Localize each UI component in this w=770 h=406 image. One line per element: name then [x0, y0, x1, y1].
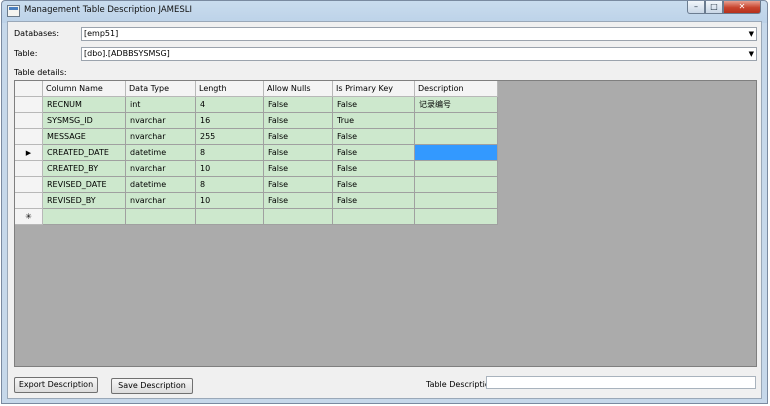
minimize-button[interactable]: – — [687, 1, 705, 14]
table-row[interactable]: ▶ CREATED_DATE datetime 8 False False — [15, 145, 498, 161]
databases-selected-value: [emp51] — [84, 29, 119, 38]
table-row[interactable]: CREATED_BY nvarchar 10 False False — [15, 161, 498, 177]
column-header-is-primary-key[interactable]: Is Primary Key — [333, 81, 415, 97]
cell-data-type[interactable]: datetime — [126, 145, 196, 161]
grid-header-row: Column Name Data Type Length Allow Nulls Is … — [15, 81, 498, 97]
cell-description[interactable]: 记录编号 — [415, 97, 498, 113]
row-header[interactable]: ✳ — [15, 209, 43, 225]
table-row[interactable]: RECNUM int 4 False False 记录编号 — [15, 97, 498, 113]
row-header[interactable] — [15, 193, 43, 209]
new-row[interactable]: ✳ — [15, 209, 498, 225]
row-header[interactable] — [15, 113, 43, 129]
cell-is-primary-key[interactable]: True — [333, 113, 415, 129]
cell-is-primary-key[interactable]: False — [333, 145, 415, 161]
table-row[interactable]: SYSMSG_ID nvarchar 16 False True — [15, 113, 498, 129]
cell-allow-nulls[interactable]: False — [264, 193, 333, 209]
window-title: Management Table Description JAMESLI — [24, 5, 193, 15]
cell-description[interactable] — [415, 193, 498, 209]
cell-is-primary-key[interactable]: False — [333, 129, 415, 145]
cell-length[interactable]: 8 — [196, 177, 264, 193]
table-row[interactable]: MESSAGE nvarchar 255 False False — [15, 129, 498, 145]
cell-length[interactable]: 16 — [196, 113, 264, 129]
column-header-data-type[interactable]: Data Type — [126, 81, 196, 97]
row-header[interactable] — [15, 177, 43, 193]
cell-data-type[interactable]: datetime — [126, 177, 196, 193]
cell-length[interactable]: 255 — [196, 129, 264, 145]
app-icon — [7, 5, 20, 17]
row-header[interactable] — [15, 97, 43, 113]
cell-column-name[interactable]: MESSAGE — [43, 129, 126, 145]
cell-length[interactable]: 10 — [196, 193, 264, 209]
new-row-asterisk-icon: ✳ — [25, 212, 32, 221]
table-label: Table: — [14, 49, 38, 58]
close-button[interactable]: ✕ — [723, 1, 761, 14]
cell-allow-nulls[interactable]: False — [264, 177, 333, 193]
table-dropdown[interactable]: [dbo].[ADBBSYSMSG] ▼ — [81, 47, 757, 61]
cell-length[interactable]: 8 — [196, 145, 264, 161]
cell-data-type[interactable] — [126, 209, 196, 225]
table-details-label: Table details: — [14, 68, 67, 77]
cell-description[interactable] — [415, 129, 498, 145]
table-row[interactable]: REVISED_BY nvarchar 10 False False — [15, 193, 498, 209]
table-description-input[interactable] — [486, 376, 756, 389]
cell-length[interactable]: 10 — [196, 161, 264, 177]
cell-data-type[interactable]: nvarchar — [126, 161, 196, 177]
cell-is-primary-key[interactable] — [333, 209, 415, 225]
cell-length[interactable] — [196, 209, 264, 225]
window-controls: – □ ✕ — [687, 1, 761, 14]
cell-is-primary-key[interactable]: False — [333, 97, 415, 113]
cell-is-primary-key[interactable]: False — [333, 161, 415, 177]
cell-description[interactable] — [415, 113, 498, 129]
cell-is-primary-key[interactable]: False — [333, 177, 415, 193]
form-client-area: Databases: [emp51] ▼ Table: [dbo].[ADBBS… — [7, 21, 762, 399]
cell-column-name[interactable]: REVISED_BY — [43, 193, 126, 209]
cell-allow-nulls[interactable]: False — [264, 145, 333, 161]
cell-column-name[interactable]: RECNUM — [43, 97, 126, 113]
cell-is-primary-key[interactable]: False — [333, 193, 415, 209]
cell-allow-nulls[interactable]: False — [264, 113, 333, 129]
cell-allow-nulls[interactable] — [264, 209, 333, 225]
row-header[interactable] — [15, 129, 43, 145]
cell-allow-nulls[interactable]: False — [264, 161, 333, 177]
row-header[interactable] — [15, 161, 43, 177]
databases-label: Databases: — [14, 29, 60, 38]
chevron-down-icon[interactable]: ▼ — [749, 28, 754, 40]
current-row-arrow-icon: ▶ — [25, 149, 32, 157]
column-header-column-name[interactable]: Column Name — [43, 81, 126, 97]
cell-length[interactable]: 4 — [196, 97, 264, 113]
export-description-button[interactable]: Export Description — [14, 377, 98, 393]
cell-data-type[interactable]: nvarchar — [126, 113, 196, 129]
chevron-down-icon[interactable]: ▼ — [749, 48, 754, 60]
title-bar[interactable]: Management Table Description JAMESLI – □… — [2, 1, 767, 21]
cell-column-name[interactable] — [43, 209, 126, 225]
cell-data-type[interactable]: int — [126, 97, 196, 113]
save-description-button[interactable]: Save Description — [111, 378, 193, 394]
cell-column-name[interactable]: CREATED_BY — [43, 161, 126, 177]
cell-data-type[interactable]: nvarchar — [126, 193, 196, 209]
table-details-grid[interactable]: Column Name Data Type Length Allow Nulls Is … — [14, 80, 757, 367]
cell-description[interactable] — [415, 177, 498, 193]
cell-description[interactable] — [415, 161, 498, 177]
cell-column-name[interactable]: SYSMSG_ID — [43, 113, 126, 129]
cell-column-name[interactable]: CREATED_DATE — [43, 145, 126, 161]
cell-data-type[interactable]: nvarchar — [126, 129, 196, 145]
cell-description[interactable] — [415, 209, 498, 225]
databases-dropdown[interactable]: [emp51] ▼ — [81, 27, 757, 41]
cell-allow-nulls[interactable]: False — [264, 129, 333, 145]
table-row[interactable]: REVISED_DATE datetime 8 False False — [15, 177, 498, 193]
grid-corner-header[interactable] — [15, 81, 43, 97]
column-header-allow-nulls[interactable]: Allow Nulls — [264, 81, 333, 97]
table-selected-value: [dbo].[ADBBSYSMSG] — [84, 49, 170, 58]
maximize-button[interactable]: □ — [705, 1, 723, 14]
cell-column-name[interactable]: REVISED_DATE — [43, 177, 126, 193]
row-header[interactable]: ▶ — [15, 145, 43, 161]
cell-allow-nulls[interactable]: False — [264, 97, 333, 113]
column-header-length[interactable]: Length — [196, 81, 264, 97]
app-window: Management Table Description JAMESLI – □… — [1, 0, 768, 404]
cell-description[interactable] — [415, 145, 498, 161]
column-header-description[interactable]: Description — [415, 81, 498, 97]
